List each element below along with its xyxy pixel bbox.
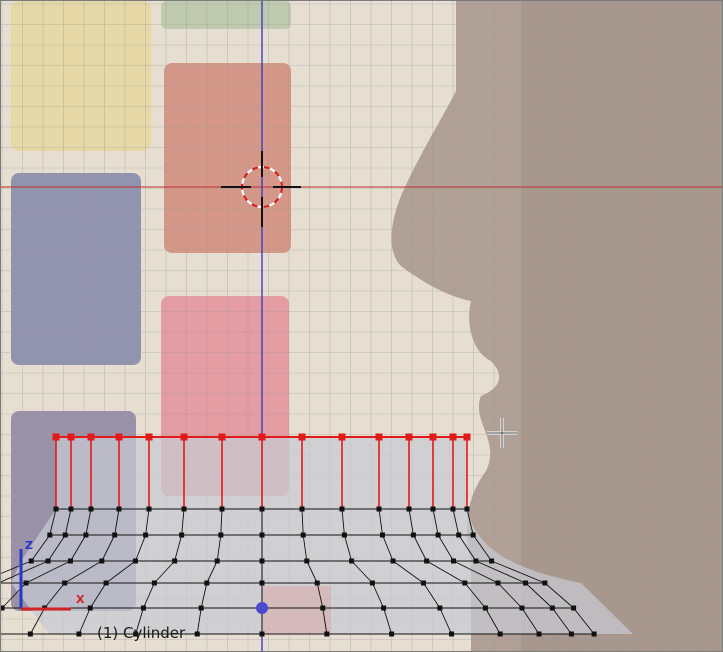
axis-x-label: X — [76, 593, 85, 606]
axis-z-label: Z — [25, 539, 33, 552]
3d-viewport[interactable]: Z X (1) Cylinder — [0, 0, 723, 652]
active-object-label: (1) Cylinder — [97, 624, 186, 642]
axis-gizmo-icon — [19, 549, 71, 611]
